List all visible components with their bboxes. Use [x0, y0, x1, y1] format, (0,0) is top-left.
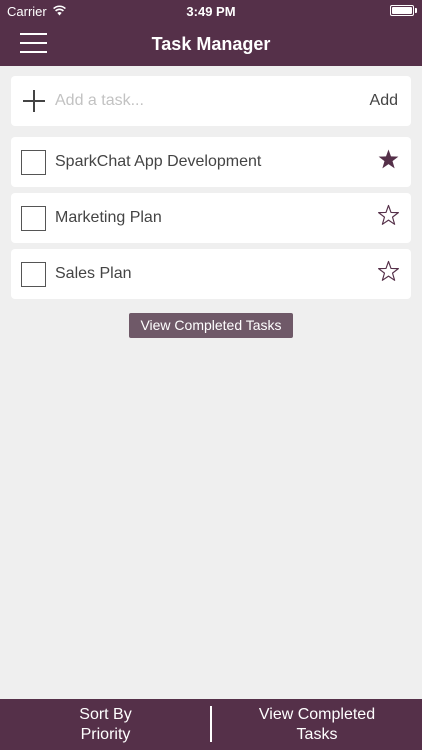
battery-tip — [415, 8, 417, 13]
battery-icon — [390, 5, 414, 16]
task-row: SparkChat App Development — [11, 137, 411, 187]
view-completed-button[interactable]: View Completed Tasks — [129, 313, 293, 338]
task-title: SparkChat App Development — [55, 153, 262, 170]
add-task-button[interactable]: Add — [370, 92, 398, 110]
sort-label-line1: Sort By — [79, 705, 132, 723]
task-checkbox[interactable] — [21, 150, 46, 175]
sort-by-priority-button[interactable]: Sort By Priority — [0, 699, 211, 750]
add-task-card: Add — [11, 76, 411, 126]
task-row: Sales Plan — [11, 249, 411, 299]
view-completed-line1: View Completed — [258, 705, 376, 723]
star-outline-icon[interactable] — [377, 204, 400, 227]
status-bar: Carrier 3:49 PM — [0, 0, 422, 22]
top-bar: Carrier 3:49 PM Task Manager — [0, 0, 422, 66]
bottom-toolbar: Sort By Priority View Completed Tasks — [0, 699, 422, 750]
task-checkbox[interactable] — [21, 206, 46, 231]
task-row: Marketing Plan — [11, 193, 411, 243]
view-completed-tasks-tab[interactable]: View Completed Tasks — [212, 699, 422, 750]
sort-label-line2: Priority — [80, 725, 131, 743]
star-outline-icon[interactable] — [377, 260, 400, 283]
nav-bar: Task Manager — [0, 22, 422, 66]
view-completed-line2: Tasks — [296, 725, 338, 743]
plus-icon[interactable] — [23, 90, 45, 112]
add-task-input[interactable] — [55, 88, 355, 114]
task-checkbox[interactable] — [21, 262, 46, 287]
clock-time: 3:49 PM — [186, 4, 236, 19]
task-title: Marketing Plan — [55, 209, 162, 226]
page-title: Task Manager — [151, 34, 271, 54]
task-title: Sales Plan — [55, 265, 132, 282]
star-filled-icon[interactable] — [377, 148, 400, 171]
